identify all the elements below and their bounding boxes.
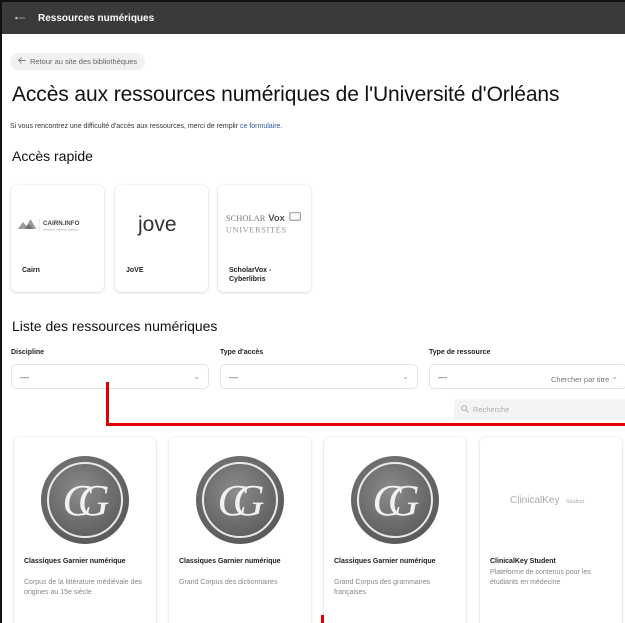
resources-heading: Liste des ressources numériques bbox=[12, 318, 218, 334]
scholarvox-logo-text-1: SCHOLAR bbox=[226, 213, 266, 223]
back-link-label: Retour au site des bibliothèques bbox=[30, 57, 138, 66]
resource-name: ClinicalKey Student bbox=[490, 558, 556, 565]
quick-access-name: ScholarVox - Cyberlibris bbox=[229, 267, 272, 283]
jove-logo: jove bbox=[121, 191, 202, 257]
resource-name: Classiques Garnier numérique bbox=[334, 558, 436, 565]
access-type-select-value: — bbox=[229, 371, 238, 382]
resource-type-select-value: — bbox=[438, 371, 447, 382]
quick-access-card-jove[interactable]: jove JoVE bbox=[115, 185, 208, 292]
resource-name: Classiques Garnier numérique bbox=[179, 558, 281, 565]
chevron-down-icon: ⌄ bbox=[402, 372, 409, 381]
search-input[interactable]: Recherche bbox=[454, 399, 625, 420]
resource-card[interactable]: CG Classiques Garnier numérique Grand Co… bbox=[324, 437, 466, 623]
classiques-garnier-logo: CG bbox=[14, 445, 156, 555]
clinicalkey-logo-text: ClinicalKey bbox=[510, 495, 559, 506]
menu-icon[interactable] bbox=[14, 12, 26, 24]
access-type-select[interactable]: — ⌄ bbox=[220, 364, 418, 389]
filter-label-resource-type: Type de ressource bbox=[429, 349, 491, 356]
arrow-left-icon bbox=[18, 57, 26, 66]
page-title: Accès aux ressources numériques de l'Uni… bbox=[12, 83, 560, 106]
clinicalkey-logo-subtitle: Student bbox=[566, 499, 585, 505]
quick-access-card-cairn[interactable]: CAIRN.INFO chercher, repérer, avancer Ca… bbox=[11, 185, 104, 292]
jove-logo-text: jove bbox=[137, 213, 177, 236]
scholarvox-logo-text-2: Vox bbox=[268, 212, 285, 223]
annotation-line-vertical bbox=[321, 615, 324, 623]
app-title: Ressources numériques bbox=[38, 12, 155, 24]
top-bar: Ressources numériques bbox=[2, 2, 625, 34]
annotation-line-vertical bbox=[106, 382, 109, 426]
discipline-select[interactable]: — ⌄ bbox=[11, 364, 209, 389]
cairn-logo-subtitle: chercher, repérer, avancer bbox=[43, 227, 79, 231]
chevron-down-icon: ⌄ bbox=[193, 372, 200, 381]
search-label: Chercher par titre bbox=[551, 375, 610, 384]
classiques-garnier-logo: CG bbox=[324, 445, 466, 555]
resource-card[interactable]: ClinicalKey Student ClinicalKey Student … bbox=[480, 437, 622, 623]
resource-card[interactable]: CG Classiques Garnier numérique Grand Co… bbox=[169, 437, 311, 623]
resource-description: Plateforme de contenus pour les étudiant… bbox=[490, 569, 591, 586]
scholarvox-logo: SCHOLAR Vox UNIVERSITÉS bbox=[224, 191, 305, 257]
cairn-logo-text: CAIRN.INFO bbox=[43, 220, 80, 227]
intro-text: Si vous rencontrez une difficulté d'accè… bbox=[10, 123, 282, 130]
search-icon bbox=[461, 404, 469, 415]
filter-label-discipline: Discipline bbox=[11, 349, 45, 356]
filter-label-access-type: Type d'accès bbox=[220, 349, 264, 356]
intro-text-main: Si vous rencontrez une difficulté d'accè… bbox=[10, 123, 240, 130]
page-frame: Ressources numériques Retour au site des… bbox=[0, 0, 625, 623]
quick-access-card-scholarvox[interactable]: SCHOLAR Vox UNIVERSITÉS ScholarVox - Cyb… bbox=[218, 185, 311, 292]
annotation-line-horizontal bbox=[106, 423, 625, 426]
chevron-down-icon: ⌄ bbox=[611, 372, 618, 381]
scholarvox-logo-text-3: UNIVERSITÉS bbox=[226, 224, 287, 234]
contact-form-link[interactable]: ce formulaire bbox=[240, 123, 280, 130]
resource-description: Grand Corpus des grammaires françaises bbox=[334, 579, 431, 596]
back-link[interactable]: Retour au site des bibliothèques bbox=[10, 53, 146, 70]
resource-description: Grand Corpus des dictionnaires bbox=[179, 579, 278, 586]
quick-access-heading: Accès rapide bbox=[12, 148, 93, 164]
resource-card[interactable]: CG Classiques Garnier numérique Corpus d… bbox=[14, 437, 156, 623]
quick-access-name: Cairn bbox=[22, 267, 40, 274]
clinicalkey-logo: ClinicalKey Student bbox=[480, 445, 622, 555]
intro-text-end: . bbox=[280, 123, 283, 130]
classiques-garnier-logo: CG bbox=[169, 445, 311, 555]
resource-description: Corpus de la littérature médiévale des o… bbox=[24, 579, 142, 596]
discipline-select-value: — bbox=[20, 371, 29, 382]
quick-access-name: JoVE bbox=[126, 267, 144, 274]
resource-name: Classiques Garnier numérique bbox=[24, 558, 126, 565]
cairn-logo: CAIRN.INFO chercher, repérer, avancer bbox=[17, 191, 98, 257]
search-placeholder: Recherche bbox=[473, 405, 510, 414]
